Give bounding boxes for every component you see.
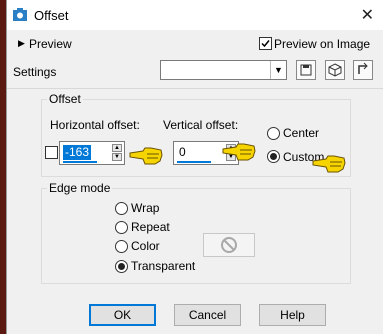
separator	[7, 88, 383, 89]
preview-label[interactable]: Preview	[29, 37, 72, 51]
close-icon[interactable]: ✕	[361, 5, 374, 25]
horizontal-offset-stepper[interactable]: -163 ▲ ▼	[59, 141, 125, 165]
spin-up-icon[interactable]: ▲	[112, 144, 122, 152]
reset-button[interactable]	[353, 60, 373, 80]
chevron-down-icon[interactable]: ▼	[270, 61, 286, 79]
wrap-label[interactable]: Wrap	[131, 201, 159, 215]
settings-label: Settings	[13, 65, 57, 79]
color-swatch-button[interactable]	[203, 233, 255, 257]
window-title: Offset	[34, 8, 69, 23]
help-button[interactable]: Help	[259, 304, 326, 326]
randomize-button[interactable]	[325, 60, 345, 80]
settings-dropdown[interactable]: ▼	[160, 60, 287, 80]
repeat-radio[interactable]	[115, 221, 128, 234]
horizontal-spin-buttons: ▲ ▼	[112, 144, 122, 161]
offset-group-label: Offset	[47, 92, 83, 106]
focus-underline	[63, 161, 97, 163]
dice-icon	[328, 63, 342, 77]
transparent-label[interactable]: Transparent	[131, 259, 195, 273]
spin-down-icon[interactable]: ▼	[112, 153, 122, 161]
cancel-button[interactable]: Cancel	[174, 304, 241, 326]
pointing-hand-icon	[312, 155, 346, 173]
edge-mode-group	[41, 188, 351, 284]
preview-on-image-checkbox[interactable]	[259, 37, 272, 50]
wrap-radio[interactable]	[115, 202, 128, 215]
focus-underline	[177, 161, 211, 163]
horizontal-offset-label: Horizontal offset:	[50, 118, 140, 132]
custom-radio[interactable]	[267, 150, 280, 163]
color-radio[interactable]	[115, 240, 128, 253]
transparent-radio[interactable]	[115, 260, 128, 273]
link-offsets-checkbox[interactable]	[45, 146, 58, 159]
center-radio[interactable]	[267, 127, 280, 140]
check-icon	[261, 40, 270, 48]
app-icon	[13, 8, 27, 21]
preview-on-image-label[interactable]: Preview on Image	[274, 37, 370, 51]
repeat-label[interactable]: Repeat	[131, 220, 170, 234]
save-icon	[300, 64, 312, 76]
expand-arrow-icon[interactable]: ▶	[18, 38, 25, 49]
pointing-hand-icon	[129, 147, 163, 165]
save-preset-button[interactable]	[296, 60, 316, 80]
vertical-offset-input[interactable]: 0	[177, 145, 188, 160]
vertical-offset-label: Vertical offset:	[163, 118, 239, 132]
prohibited-icon	[221, 237, 237, 253]
offset-dialog: Offset ✕ ▶ Preview Preview on Image Sett…	[6, 0, 383, 334]
title-bar: Offset ✕	[7, 0, 383, 30]
pointing-hand-icon	[222, 143, 256, 161]
ok-button[interactable]: OK	[89, 304, 156, 326]
edge-mode-group-label: Edge mode	[47, 181, 113, 195]
horizontal-offset-input[interactable]: -163	[63, 145, 92, 160]
color-label[interactable]: Color	[131, 239, 160, 253]
reset-icon	[358, 62, 368, 74]
center-label[interactable]: Center	[283, 126, 319, 140]
